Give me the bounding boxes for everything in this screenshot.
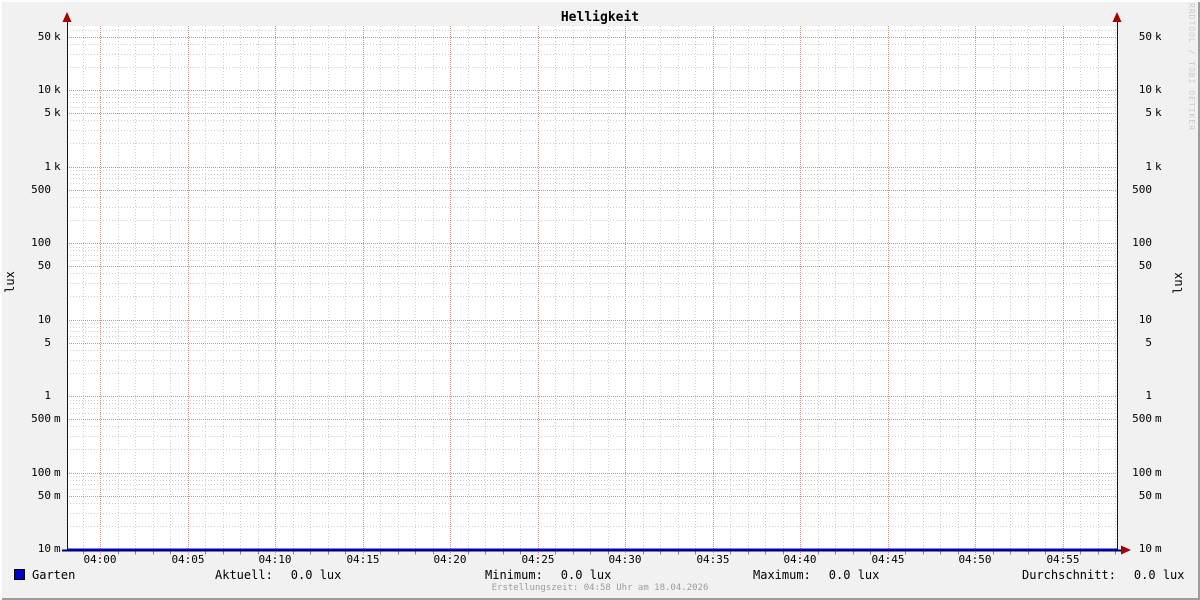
x-axis-label: 04:10 xyxy=(258,553,292,566)
x-axis-label: 04:40 xyxy=(783,553,817,566)
y-axis-label: 50 xyxy=(37,259,51,272)
stat-label: Durchschnitt: xyxy=(1022,568,1116,582)
stat-minimum: Minimum: 0.0 lux xyxy=(485,568,611,582)
x-axis-label: 04:35 xyxy=(696,553,730,566)
chart-title: Helligkeit xyxy=(560,10,640,25)
x-axis-label: 04:25 xyxy=(521,553,555,566)
stat-aktuell: Aktuell: 0.0 lux xyxy=(215,568,341,582)
y-axis-label: 50 xyxy=(37,30,51,43)
y-axis-label: 10 xyxy=(1138,83,1152,96)
y-axis-label-suffix: k xyxy=(1155,106,1162,119)
y-axis-label: 100 xyxy=(31,466,51,479)
rrdtool-watermark: RRDTOOL / TOBI OETIKER xyxy=(1187,3,1196,131)
stat-label: Minimum: xyxy=(485,568,543,582)
y-axis-label-suffix: m xyxy=(1155,542,1162,555)
y-axis-label-suffix: m xyxy=(54,542,61,555)
y-axis-label: 10 xyxy=(1138,542,1152,555)
y-axis-label: 1 xyxy=(1145,160,1152,173)
stat-durchschnitt: Durchschnitt: 0.0 lux xyxy=(1022,568,1185,582)
y-axis-label: 5 xyxy=(44,106,51,119)
y-axis-label-suffix: k xyxy=(54,83,61,96)
y-axis-label: 500 xyxy=(1132,412,1152,425)
y-axis-label-suffix: k xyxy=(54,106,61,119)
plot-background xyxy=(67,26,1117,550)
stat-label: Maximum: xyxy=(753,568,811,582)
y-axis-label: 100 xyxy=(1132,236,1152,249)
y-axis-label: 500 xyxy=(31,412,51,425)
x-axis-label: 04:30 xyxy=(608,553,642,566)
y-axis-label: 10 xyxy=(37,542,51,555)
series-garten-swatch xyxy=(14,569,25,580)
y-axis-label: 5 xyxy=(44,336,51,349)
y-axis-label: 500 xyxy=(1132,183,1152,196)
y-axis-label: 5 xyxy=(1145,336,1152,349)
x-axis-label: 04:20 xyxy=(433,553,467,566)
x-axis-label: 04:50 xyxy=(958,553,992,566)
y-axis-label-suffix: m xyxy=(1155,466,1162,479)
stat-value: 0.0 lux xyxy=(828,568,880,582)
x-axis-label: 04:00 xyxy=(83,553,117,566)
plot-area xyxy=(62,12,1131,555)
y-axis-label-suffix: m xyxy=(54,412,61,425)
y-axis-label: 10 xyxy=(37,313,51,326)
y-axis-label: 1 xyxy=(44,160,51,173)
y-axis-label: 100 xyxy=(1132,466,1152,479)
stat-maximum: Maximum: 0.0 lux xyxy=(753,568,879,582)
stat-value: 0.0 lux xyxy=(290,568,342,582)
x-axis-label: 04:55 xyxy=(1046,553,1080,566)
y-axis-label: 100 xyxy=(31,236,51,249)
y-axis-label-suffix: k xyxy=(54,30,61,43)
y-axis-title-right: lux xyxy=(1171,272,1185,294)
stat-value: 0.0 lux xyxy=(560,568,612,582)
y-axis-label: 50 xyxy=(37,489,51,502)
y-axis-label-suffix: k xyxy=(54,160,61,173)
y-axis-label-suffix: m xyxy=(54,489,61,502)
y-axis-label: 10 xyxy=(1138,313,1152,326)
rrdtool-graph: 50 k 50 k 10 k 10 k 5 k 5 k 1 k 1 k 500 500 100 100 50 50 10 10… xyxy=(0,0,1200,600)
y-axis-label-suffix: m xyxy=(1155,412,1162,425)
x-axis-label: 04:05 xyxy=(171,553,205,566)
y-axis-label: 50 xyxy=(1138,259,1152,272)
stat-value: 0.0 lux xyxy=(1133,568,1185,582)
x-axis-label: 04:15 xyxy=(346,553,380,566)
series-garten-label: Garten xyxy=(32,568,76,582)
y-axis-label: 1 xyxy=(1145,389,1152,402)
y-axis-label-suffix: m xyxy=(1155,489,1162,502)
y-axis-label-suffix: k xyxy=(1155,160,1162,173)
y-axis-label-suffix: k xyxy=(1155,30,1162,43)
x-axis-label: 04:45 xyxy=(871,553,905,566)
y-axis-label: 50 xyxy=(1138,30,1152,43)
y-axis-label: 500 xyxy=(31,183,51,196)
stat-label: Aktuell: xyxy=(215,568,273,582)
y-axis-label-suffix: m xyxy=(54,466,61,479)
y-axis-label-suffix: k xyxy=(1155,83,1162,96)
y-axis-title-left: lux xyxy=(3,271,17,293)
y-axis-label: 1 xyxy=(44,389,51,402)
creation-time: Erstellungszeit: 04:58 Uhr am 18.04.2026 xyxy=(491,583,709,593)
y-axis-label: 5 xyxy=(1145,106,1152,119)
y-axis-label: 50 xyxy=(1138,489,1152,502)
y-axis-label: 10 xyxy=(37,83,51,96)
